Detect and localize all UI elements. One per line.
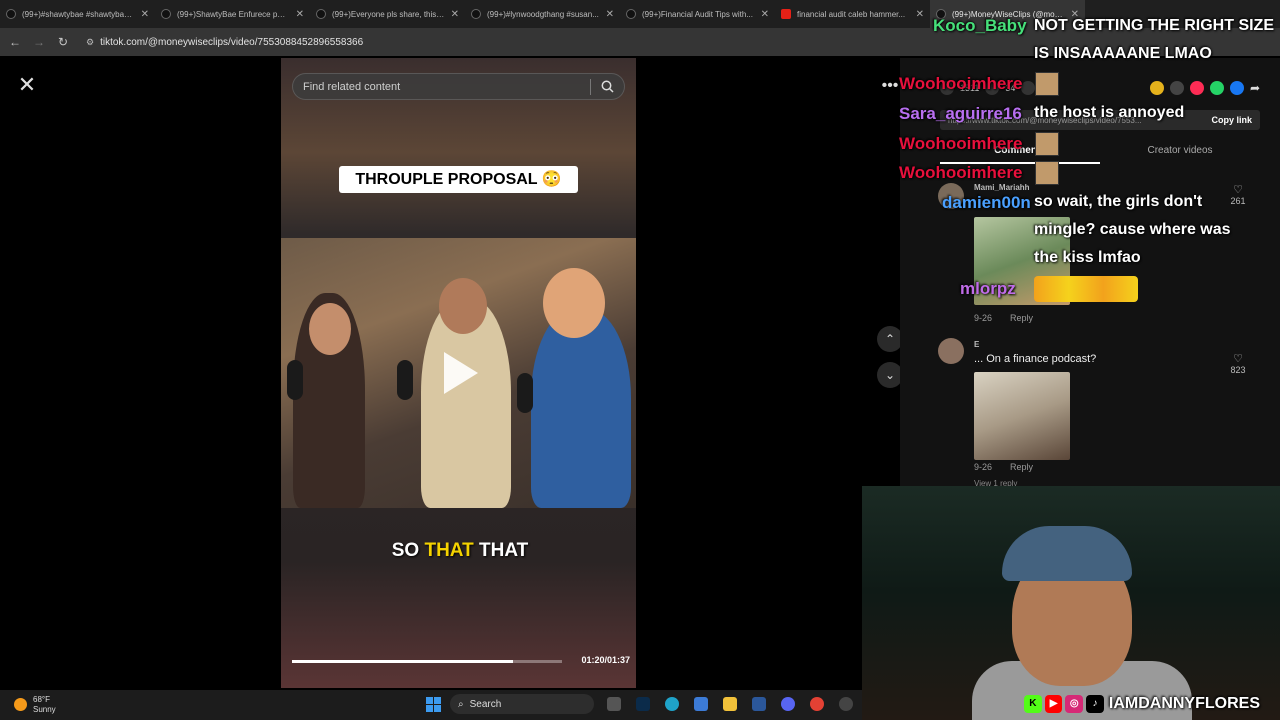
taskbar-search[interactable]: ⌕ Search — [450, 694, 594, 714]
progress-fill — [292, 660, 514, 663]
store-icon[interactable] — [694, 697, 708, 711]
stream-chat-overlay: Koco_Baby NOT GETTING THE RIGHT SIZE IS … — [896, 0, 1280, 310]
comment-item: E ... On a finance podcast? 9-26 Reply ♡ 8… — [938, 338, 1258, 488]
chat-username: mlorpz — [960, 279, 1016, 298]
microphone — [517, 373, 533, 413]
reload-icon[interactable]: ↻ — [56, 35, 70, 49]
youtube-icon — [781, 9, 791, 19]
emote-icon — [1035, 161, 1059, 185]
streamer-handle-bar: K ▶ ◎ ♪ IAMDANNYFLORES — [1024, 692, 1260, 716]
tiktok-icon — [626, 9, 636, 19]
forward-icon[interactable]: → — [32, 35, 46, 49]
tiktok-icon — [161, 9, 171, 19]
video-caption: SO THAT THAT — [391, 540, 529, 561]
browser-tab[interactable]: (99+)#shawtybae #shawtybae... ✕ — [0, 0, 155, 28]
tiktok-icon — [6, 9, 16, 19]
browser-tab[interactable]: (99+)Everyone pls share, this is... ✕ — [310, 0, 465, 28]
browser-tab[interactable]: (99+)ShawtyBae Enfurece por... ✕ — [155, 0, 310, 28]
search-icon[interactable] — [601, 80, 614, 93]
emote-icon — [1035, 132, 1059, 156]
chat-username: Woohooimhere — [899, 74, 1023, 93]
word-icon[interactable] — [752, 697, 766, 711]
chat-username: damien00n — [942, 193, 1031, 212]
comment-meta: 9-26 Reply — [974, 313, 1034, 323]
streamer-cap — [1002, 526, 1132, 581]
chat-message: NOT GETTING THE RIGHT SIZE IS INSAAAAANE… — [1034, 17, 1274, 62]
kick-icon: K — [1024, 695, 1042, 713]
heart-outline-icon[interactable]: ♡ — [1233, 353, 1243, 365]
chat-username: Woohooimhere — [899, 163, 1023, 182]
comment-sticker-image[interactable] — [974, 372, 1070, 460]
weather-temperature[interactable]: 68°F — [33, 695, 50, 704]
chrome-icon[interactable] — [810, 697, 824, 711]
chat-username: Koco_Baby — [933, 16, 1027, 35]
tiktok-icon — [316, 9, 326, 19]
comment-text: ... On a finance podcast? — [974, 353, 1097, 365]
photoshop-icon[interactable] — [636, 697, 650, 711]
chat-message: so wait, the girls don't mingle? cause w… — [1034, 193, 1231, 266]
person-center-face — [439, 278, 487, 334]
timecode: 01:20/01:37 — [581, 655, 630, 665]
tiktok-icon — [471, 9, 481, 19]
close-tab-icon[interactable]: ✕ — [761, 9, 769, 20]
url-field[interactable]: ⚙ tiktok.com/@moneywiseclips/video/755308… — [86, 37, 363, 48]
microphone — [287, 360, 303, 400]
comment-meta: 9-26 Reply — [974, 462, 1034, 472]
comment-like[interactable]: ♡ 823 — [1226, 352, 1250, 375]
person-right-face — [543, 268, 605, 338]
microphone — [397, 360, 413, 400]
chat-username: Woohooimhere — [899, 134, 1023, 153]
close-tab-icon[interactable]: ✕ — [606, 9, 614, 20]
streamer-handle: IAMDANNYFLORES — [1108, 695, 1260, 712]
windows-start-icon[interactable] — [426, 697, 441, 712]
discord-icon[interactable] — [781, 697, 795, 711]
avatar[interactable] — [938, 338, 964, 364]
reply-button[interactable]: Reply — [1010, 313, 1033, 323]
person-right — [531, 308, 631, 508]
recording-app-icon[interactable] — [839, 697, 853, 711]
back-icon[interactable]: ← — [8, 35, 22, 49]
comment-username[interactable]: E — [974, 340, 979, 349]
divider — [590, 78, 591, 95]
file-explorer-icon[interactable] — [723, 697, 737, 711]
browser-tab[interactable]: (99+)#lynwoodgthang #susan... ✕ — [465, 0, 620, 28]
url-text: tiktok.com/@moneywiseclips/video/7553088… — [100, 36, 364, 48]
chat-username: Sara_aguirre16 — [899, 104, 1022, 123]
streamer-webcam — [862, 486, 1280, 720]
emote-icon — [1035, 72, 1059, 96]
weather-sun-icon[interactable] — [14, 698, 27, 711]
site-info-icon[interactable]: ⚙ — [86, 37, 94, 48]
instagram-icon: ◎ — [1065, 695, 1084, 713]
search-icon: ⌕ — [458, 698, 464, 710]
edge-icon[interactable] — [665, 697, 679, 711]
weather-condition[interactable]: Sunny — [33, 705, 56, 714]
task-view-icon[interactable] — [607, 697, 621, 711]
youtube-icon: ▶ — [1044, 695, 1063, 713]
tiktok-icon: ♪ — [1086, 695, 1104, 713]
close-icon[interactable]: ✕ — [14, 72, 40, 98]
close-tab-icon[interactable]: ✕ — [451, 9, 459, 20]
close-tab-icon[interactable]: ✕ — [141, 9, 149, 20]
close-tab-icon[interactable]: ✕ — [296, 9, 304, 20]
fire-emotes — [1034, 276, 1138, 302]
video-title-card: THROUPLE PROPOSAL 😳 — [339, 166, 578, 193]
related-search-input[interactable]: Find related content — [292, 73, 625, 100]
reply-button[interactable]: Reply — [1010, 462, 1033, 472]
browser-tab[interactable]: (99+)Financial Audit Tips with... ✕ — [620, 0, 775, 28]
search-placeholder: Find related content — [303, 80, 401, 93]
person-left-face — [309, 303, 351, 355]
chat-message: the host is annoyed — [1034, 104, 1185, 121]
play-icon[interactable] — [444, 352, 478, 394]
